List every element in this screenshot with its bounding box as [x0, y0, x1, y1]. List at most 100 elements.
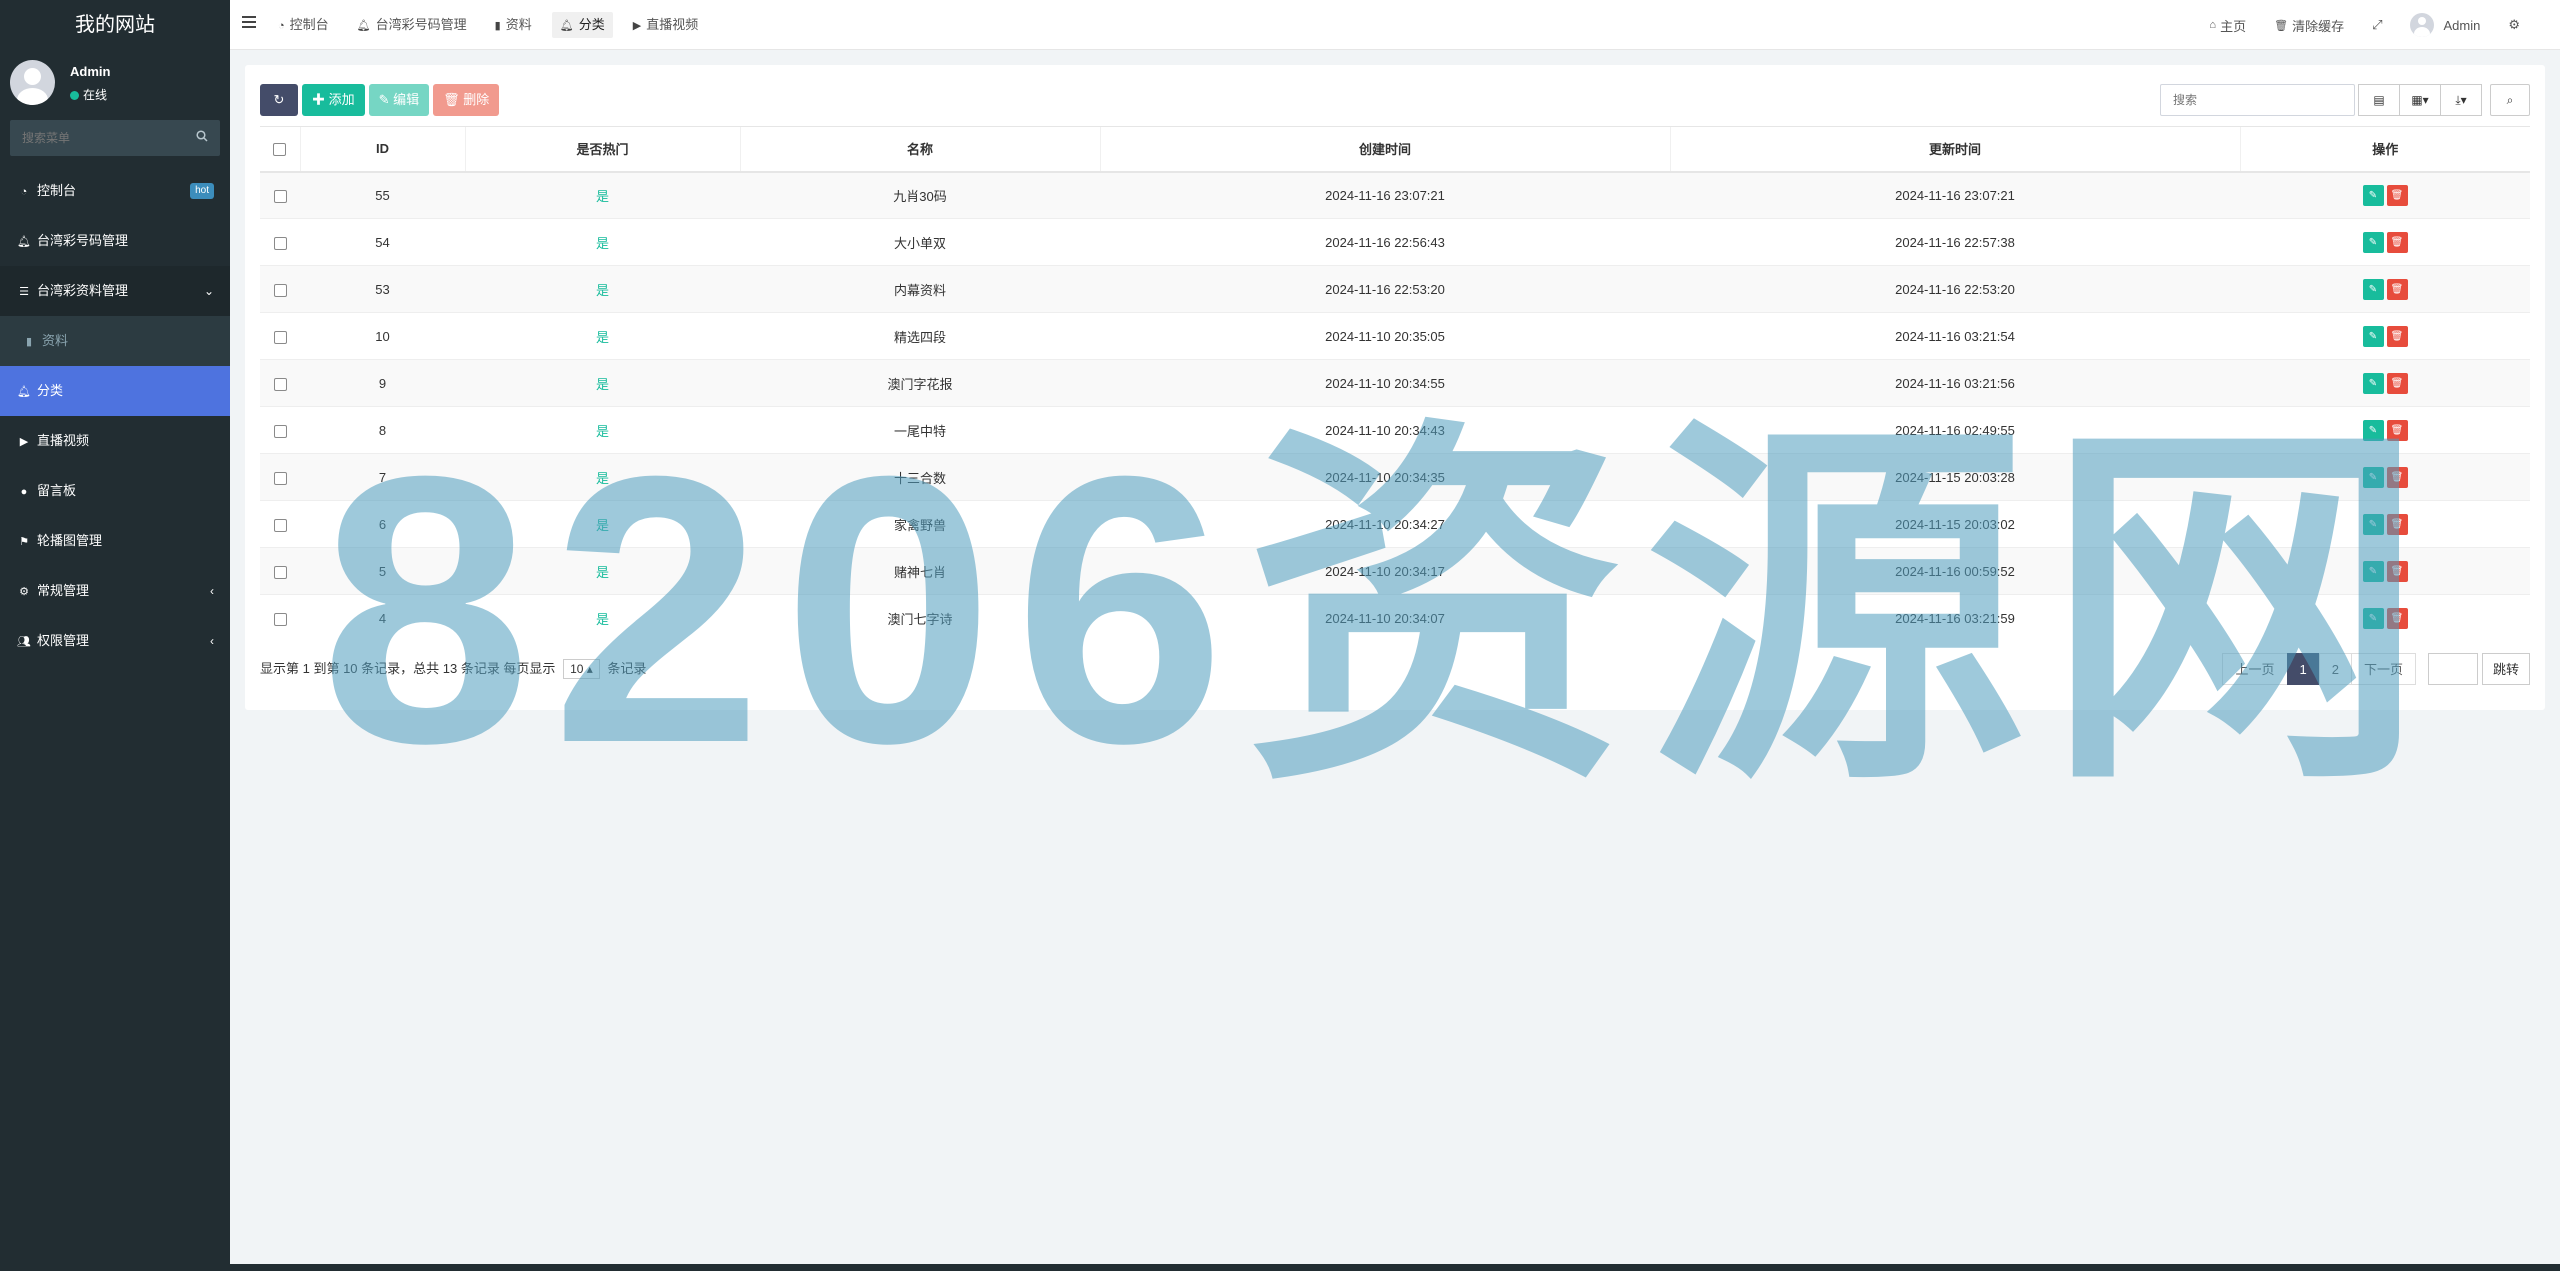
table-row[interactable]: 8 是一尾中特 2024-11-10 20:34:43 2024-11-16 02:4…	[260, 406, 2530, 454]
row-edit-icon[interactable]: ✎	[2362, 372, 2384, 394]
row-edit-icon[interactable]: ✎	[2362, 184, 2384, 206]
admin-menu[interactable]: Admin	[2410, 13, 2480, 37]
row-actions: ✎ 🗑︎	[2362, 325, 2408, 347]
table-row[interactable]: 55 是九肖30码 2024-11-16 23:07:21 2024-11-16 23…	[260, 171, 2530, 219]
export-icon[interactable]: ⤓▾	[2440, 84, 2482, 116]
id-cell: 54	[300, 218, 465, 266]
col-id[interactable]: ID	[299, 126, 465, 173]
tab-number-manage[interactable]: 🔔︎ 台湾彩号码管理	[349, 12, 475, 38]
row-delete-icon[interactable]: 🗑︎	[2386, 607, 2408, 629]
row-checkbox[interactable]	[273, 518, 287, 532]
row-delete-icon[interactable]: 🗑︎	[2386, 278, 2408, 300]
table-row[interactable]: 6 是家禽野兽 2024-11-10 20:34:27 2024-11-15 20:0…	[260, 500, 2530, 548]
table-row[interactable]: 54 是大小单双 2024-11-16 22:56:43 2024-11-16 22:…	[260, 218, 2530, 266]
sidebar-item-data-manage[interactable]: ☰ 台湾彩资料管理 ⌄	[0, 266, 230, 316]
row-delete-icon[interactable]: 🗑︎	[2386, 466, 2408, 488]
row-checkbox[interactable]	[273, 189, 287, 203]
row-delete-icon[interactable]: 🗑︎	[2386, 184, 2408, 206]
columns-icon[interactable]: ▦▾	[2399, 84, 2441, 116]
row-delete-icon[interactable]: 🗑︎	[2386, 513, 2408, 535]
tab-live-video[interactable]: ▶ 直播视频	[625, 12, 706, 38]
search-icon[interactable]	[196, 130, 208, 142]
sidebar-item-permission[interactable]: 👥︎ 权限管理 ‹	[0, 616, 230, 666]
row-checkbox[interactable]	[273, 471, 287, 485]
menu-search-input[interactable]	[10, 120, 220, 156]
row-edit-icon[interactable]: ✎	[2362, 278, 2384, 300]
table-search-input[interactable]	[2160, 84, 2355, 116]
tab-label: 台湾彩号码管理	[375, 17, 467, 32]
table-row[interactable]: 7 是十三合数 2024-11-10 20:34:35 2024-11-15 20:0…	[260, 453, 2530, 501]
actions-cell: ✎ 🗑︎	[2240, 547, 2530, 595]
site-logo[interactable]: 我的网站	[0, 0, 230, 50]
table-row[interactable]: 53 是内幕资料 2024-11-16 22:53:20 2024-11-16 22:…	[260, 265, 2530, 313]
table-row[interactable]: 5 是赌神七肖 2024-11-10 20:34:17 2024-11-16 00:5…	[260, 547, 2530, 595]
next-page-button[interactable]: 下一页	[2350, 653, 2416, 685]
row-checkbox[interactable]	[273, 377, 287, 391]
row-delete-icon[interactable]: 🗑︎	[2386, 560, 2408, 582]
sidebar-item-live-video[interactable]: ▶ 直播视频	[0, 416, 230, 466]
row-edit-icon[interactable]: ✎	[2362, 513, 2384, 535]
edit-button[interactable]: ✎ 编辑	[368, 84, 430, 116]
table-row[interactable]: 10 是精选四段 2024-11-10 20:35:05 2024-11-16 03:…	[260, 312, 2530, 360]
refresh-button[interactable]: ↻	[260, 84, 298, 116]
id-cell: 9	[300, 359, 465, 407]
table-row[interactable]: 4 是澳门七字诗 2024-11-10 20:34:07 2024-11-16 03:…	[260, 594, 2530, 642]
row-checkbox[interactable]	[273, 283, 287, 297]
jump-button[interactable]: 跳转	[2481, 653, 2530, 685]
home-link[interactable]: ⌂ 主页	[2209, 16, 2246, 35]
nav-tabs: ◔ 控制台 🔔︎ 台湾彩号码管理 ▮ 资料 🔔︎ 分类 ▶ 直播视频	[270, 0, 718, 50]
delete-button[interactable]: 🗑︎ 删除	[433, 84, 500, 116]
sidebar-item-label: 轮播图管理	[37, 533, 103, 548]
row-edit-icon[interactable]: ✎	[2362, 466, 2384, 488]
user-status: 在线	[70, 86, 107, 103]
row-checkbox[interactable]	[273, 236, 287, 250]
clear-cache-button[interactable]: 🗑︎ 清除缓存	[2274, 16, 2344, 35]
page-size-select[interactable]: 10 ▴	[563, 659, 600, 679]
row-delete-icon[interactable]: 🗑︎	[2386, 419, 2408, 441]
sidebar-item-data[interactable]: ▮ 资料	[0, 316, 230, 366]
page-2-button[interactable]: 2	[2318, 653, 2352, 685]
sidebar-item-carousel[interactable]: ⚑ 轮播图管理	[0, 516, 230, 566]
row-edit-icon[interactable]: ✎	[2362, 560, 2384, 582]
menu-toggle-icon[interactable]	[242, 16, 256, 28]
row-edit-icon[interactable]: ✎	[2362, 231, 2384, 253]
row-edit-icon[interactable]: ✎	[2362, 325, 2384, 347]
page-1-button[interactable]: 1	[2286, 653, 2320, 685]
sidebar-item-general[interactable]: ⚙ 常规管理 ‹	[0, 566, 230, 616]
row-checkbox[interactable]	[273, 612, 287, 626]
prev-page-button[interactable]: 上一页	[2222, 653, 2288, 685]
row-delete-icon[interactable]: 🗑︎	[2386, 372, 2408, 394]
row-checkbox[interactable]	[273, 565, 287, 579]
row-checkbox[interactable]	[273, 424, 287, 438]
hot-cell: 是	[465, 218, 740, 266]
tab-category[interactable]: 🔔︎ 分类	[551, 12, 613, 38]
col-created[interactable]: 创建时间	[1099, 126, 1670, 173]
row-delete-icon[interactable]: 🗑︎	[2386, 325, 2408, 347]
col-updated[interactable]: 更新时间	[1669, 126, 2240, 173]
common-search-icon[interactable]: ⌕	[2490, 84, 2530, 116]
row-edit-icon[interactable]: ✎	[2362, 607, 2384, 629]
toggle-view-icon[interactable]: ▤	[2358, 84, 2400, 116]
row-edit-icon[interactable]: ✎	[2362, 419, 2384, 441]
select-all-checkbox[interactable]	[273, 143, 287, 157]
row-delete-icon[interactable]: 🗑︎	[2386, 231, 2408, 253]
col-actions: 操作	[2239, 126, 2530, 173]
tab-data[interactable]: ▮ 资料	[487, 12, 540, 38]
jump-page-input[interactable]	[2427, 653, 2478, 685]
hot-cell: 是	[465, 265, 740, 313]
fullscreen-icon[interactable]: ⤢	[2372, 17, 2382, 33]
sidebar-item-guestbook[interactable]: ● 留言板	[0, 466, 230, 516]
sidebar-menu: ◔ 控制台 hot 🔔︎ 台湾彩号码管理 ☰ 台湾彩资料管理 ⌄ ▮ 资料 🔔︎ 分类 ▶ 直播…	[0, 166, 230, 666]
sidebar-item-number-manage[interactable]: 🔔︎ 台湾彩号码管理	[0, 216, 230, 266]
table-row[interactable]: 9 是澳门字花报 2024-11-10 20:34:55 2024-11-16 03:…	[260, 359, 2530, 407]
add-button[interactable]: ✚ 添加	[302, 84, 365, 116]
col-name[interactable]: 名称	[739, 126, 1100, 173]
row-checkbox[interactable]	[273, 330, 287, 344]
updated-cell: 2024-11-16 23:07:21	[1670, 171, 2240, 219]
updated-cell: 2024-11-16 03:21:59	[1670, 594, 2240, 642]
tab-dashboard[interactable]: ◔ 控制台	[270, 12, 337, 38]
col-hot[interactable]: 是否热门	[464, 126, 740, 173]
sidebar-item-category[interactable]: 🔔︎ 分类	[0, 366, 230, 416]
settings-icon[interactable]: ⚙	[2508, 17, 2520, 33]
sidebar-item-dashboard[interactable]: ◔ 控制台 hot	[0, 166, 230, 216]
